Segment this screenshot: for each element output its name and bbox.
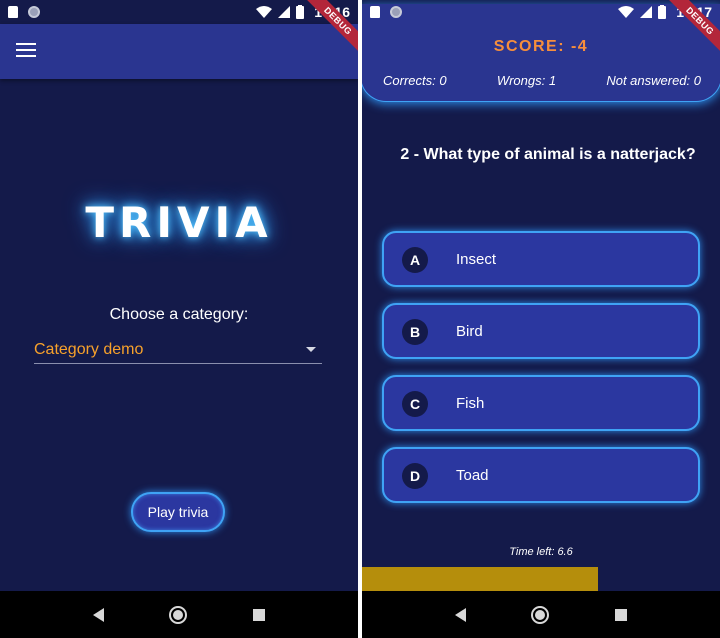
system-nav-bar (0, 591, 358, 638)
wrongs-count: Wrongs: 1 (496, 73, 557, 88)
battery-icon (296, 5, 305, 19)
answer-letter: A (402, 247, 428, 273)
answer-option-a[interactable]: A Insect (382, 231, 700, 287)
battery-icon (658, 5, 667, 19)
time-left-label: Time left: 6.6 (509, 546, 573, 558)
status-bar: 10:16 (0, 0, 358, 24)
question-screen: SCORE: -4 Corrects: 0 Wrongs: 1 Not answ… (362, 0, 720, 638)
category-selected-value: Category demo (34, 341, 144, 358)
answer-text: Insect (456, 251, 497, 268)
answer-option-c[interactable]: C Fish (382, 375, 700, 431)
wifi-icon (618, 6, 635, 18)
category-dropdown[interactable]: Category demo (34, 336, 322, 364)
answer-text: Bird (456, 323, 483, 340)
dropdown-caret-icon (306, 347, 316, 352)
score-value: SCORE: -4 (493, 38, 589, 55)
answer-letter: C (402, 391, 428, 417)
sd-card-icon (370, 6, 380, 18)
menu-icon[interactable] (16, 43, 36, 59)
sync-icon (28, 6, 40, 18)
status-bar: 10:17 (362, 0, 720, 24)
time-left-progress-bar (362, 567, 598, 591)
back-icon[interactable] (454, 607, 466, 622)
home-icon[interactable] (531, 605, 550, 624)
question-text: 2 - What type of animal is a natterjack? (400, 146, 696, 163)
recents-icon[interactable] (253, 608, 266, 621)
sd-card-icon (8, 6, 18, 18)
corrects-count: Corrects: 0 (383, 73, 447, 88)
back-icon[interactable] (92, 607, 104, 622)
answer-option-b[interactable]: B Bird (382, 303, 700, 359)
category-label: Choose a category: (109, 306, 249, 323)
answer-text: Toad (456, 467, 489, 484)
cell-signal-icon (278, 6, 291, 18)
home-screen: 10:16 DEBUG TRIVIA Choose a category: Ca… (0, 0, 358, 638)
answer-option-d[interactable]: D Toad (382, 447, 700, 503)
wifi-icon (256, 6, 273, 18)
app-bar (0, 24, 358, 79)
answer-text: Fish (456, 395, 485, 412)
stats-row: Corrects: 0 Wrongs: 1 Not answered: 0 (362, 73, 720, 88)
sync-icon (390, 6, 402, 18)
not-answered-count: Not answered: 0 (606, 73, 701, 88)
recents-icon[interactable] (615, 608, 628, 621)
play-trivia-button[interactable]: Play trivia (131, 492, 225, 532)
system-nav-bar (362, 591, 720, 638)
home-icon[interactable] (169, 605, 188, 624)
answer-letter: B (402, 319, 428, 345)
app-title: TRIVIA (85, 198, 273, 247)
answer-letter: D (402, 463, 428, 489)
cell-signal-icon (640, 6, 653, 18)
